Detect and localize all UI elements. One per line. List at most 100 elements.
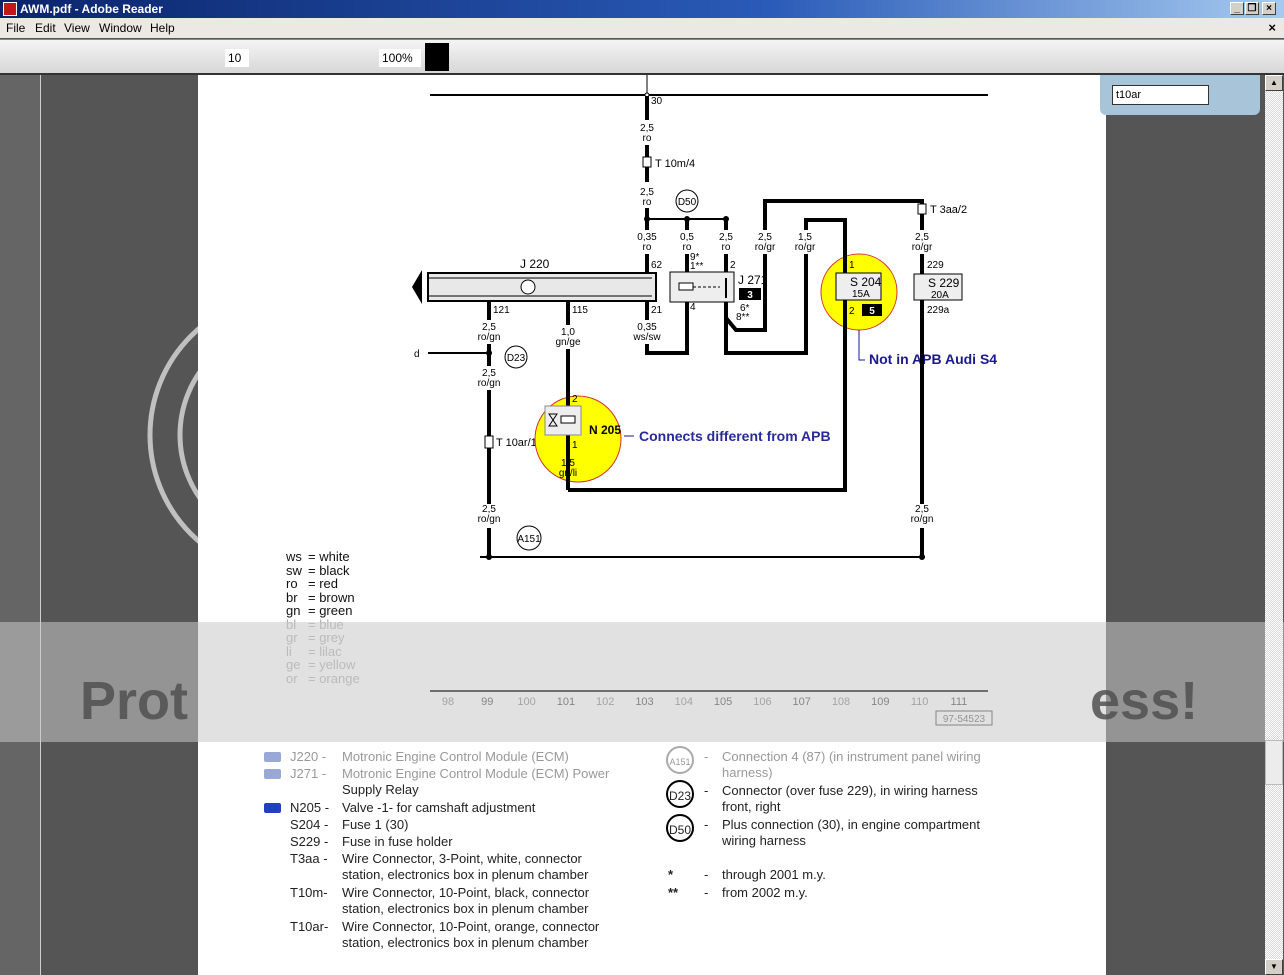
continuation-d-label: d bbox=[414, 349, 420, 360]
menu-view[interactable]: View bbox=[64, 18, 90, 38]
part-description-cont: station, electronics box in plenum chamb… bbox=[342, 901, 589, 916]
menu-help[interactable]: Help bbox=[150, 18, 175, 38]
continuation-arrow bbox=[412, 270, 422, 304]
wire-label: ro bbox=[722, 242, 731, 253]
connector-t10m-label: T 10m/4 bbox=[655, 158, 695, 170]
s204-badge-label: 5 bbox=[869, 306, 875, 317]
page-number-field[interactable]: 10 bbox=[225, 49, 249, 67]
scroll-up-button[interactable]: ▲ bbox=[1265, 75, 1283, 91]
connection-description: Plus connection (30), in engine compartm… bbox=[722, 817, 980, 832]
minimize-button[interactable]: _ bbox=[1230, 2, 1244, 15]
pin-label: 62 bbox=[651, 260, 663, 271]
part-description-cont: station, electronics box in plenum chamb… bbox=[342, 867, 589, 882]
parts-legend-item: S229 - Fuse in fuse holder bbox=[290, 834, 650, 850]
footnote-text: from 2002 m.y. bbox=[722, 885, 808, 900]
menu-edit[interactable]: Edit bbox=[35, 18, 56, 38]
connection-d23-label: D23 bbox=[507, 353, 526, 364]
ruler-label: 104 bbox=[675, 696, 693, 708]
separator: - bbox=[704, 885, 709, 900]
part-description: Wire Connector, 10-Point, black, connect… bbox=[342, 885, 590, 900]
color-legend: ws = white sw = black ro = red br = brown gn = gr… bbox=[286, 550, 360, 686]
separator: - bbox=[704, 749, 709, 764]
connection-legend-item: A151- Connection 4 (87) (in instrument pa… bbox=[666, 746, 1006, 781]
pin-label: 4 bbox=[690, 302, 696, 313]
pin-label: 2 bbox=[730, 260, 736, 271]
part-code: N205 - bbox=[290, 800, 330, 815]
restore-button[interactable]: ❐ bbox=[1245, 2, 1259, 15]
pin-label: 2 bbox=[572, 394, 578, 405]
menu-file[interactable]: File bbox=[6, 18, 25, 38]
wire-label: ro/gr bbox=[795, 242, 816, 253]
wire-label: ro bbox=[643, 197, 652, 208]
terminal-label: 30 bbox=[651, 96, 663, 107]
color-legend-row: ws = white bbox=[286, 550, 360, 564]
color-abbr: or bbox=[286, 670, 298, 686]
part-code: S229 - bbox=[290, 834, 329, 849]
vertical-scrollbar[interactable]: ▲ ▼ bbox=[1265, 75, 1283, 975]
wire-label: ro/gr bbox=[912, 242, 933, 253]
connection-legend-item: D23- Connector (over fuse 229), in wiring… bbox=[666, 780, 1006, 815]
ruler-label: 100 bbox=[517, 696, 535, 708]
doc-number: 97-54523 bbox=[943, 714, 986, 725]
pin-label: 8** bbox=[736, 312, 749, 323]
ruler-label: 108 bbox=[832, 696, 850, 708]
window-title: AWM.pdf - Adobe Reader bbox=[20, 2, 163, 16]
junction bbox=[486, 350, 492, 356]
fuse-s204-label: S 204 bbox=[850, 275, 882, 289]
scroll-thumb[interactable] bbox=[1265, 740, 1283, 785]
camera-icon[interactable] bbox=[264, 752, 281, 762]
wire-label: ro/gn bbox=[911, 514, 934, 525]
find-input[interactable] bbox=[1112, 85, 1209, 105]
wire-label: ro/gn bbox=[478, 332, 501, 343]
camera-icon[interactable] bbox=[264, 803, 281, 813]
ruler-label: 99 bbox=[481, 696, 493, 708]
relay-coil-icon bbox=[678, 282, 694, 291]
connection-a151-label: A151 bbox=[517, 534, 541, 545]
ruler-label: 101 bbox=[557, 696, 575, 708]
wire-label: ro/gn bbox=[478, 514, 501, 525]
connector-t3aa-label: T 3aa/2 bbox=[930, 204, 967, 216]
pdf-page: 30 2,5 ro T 10m/4 2,5 ro D50 0,35 ro 0,5… bbox=[198, 75, 1106, 975]
parts-legend-item: T10m- Wire Connector, 10-Point, black, co… bbox=[290, 885, 650, 917]
ruler-label: 105 bbox=[714, 696, 732, 708]
ruler-label: 110 bbox=[911, 696, 929, 708]
pin-label: 21 bbox=[651, 305, 663, 316]
camera-icon[interactable] bbox=[264, 769, 281, 779]
color-legend-row: br = brown bbox=[286, 590, 360, 604]
connection-description: Connector (over fuse 229), in wiring har… bbox=[722, 783, 978, 798]
color-legend-row: sw = black bbox=[286, 563, 360, 577]
pin-label: 229a bbox=[927, 305, 950, 316]
title-bar: AWM.pdf - Adobe Reader _ ❐ × bbox=[0, 0, 1284, 18]
part-code: T3aa - bbox=[290, 851, 328, 866]
color-abbr: gn bbox=[286, 603, 301, 618]
part-description: Fuse in fuse holder bbox=[342, 834, 453, 849]
footnote-text: through 2001 m.y. bbox=[722, 867, 826, 882]
connector-t10m-symbol bbox=[642, 156, 652, 168]
part-code: S204 - bbox=[290, 817, 329, 832]
menu-window[interactable]: Window bbox=[99, 18, 142, 38]
pin-label: 1** bbox=[690, 261, 703, 272]
zoom-field[interactable]: 100% bbox=[379, 49, 421, 67]
ruler-label: 106 bbox=[753, 696, 771, 708]
junction bbox=[486, 554, 492, 560]
connector-t10ar-symbol bbox=[484, 435, 494, 449]
color-abbr: ge bbox=[286, 657, 301, 672]
wire-label: gn/li bbox=[559, 468, 577, 479]
scroll-down-button[interactable]: ▼ bbox=[1265, 959, 1283, 975]
pin-label: 2 bbox=[849, 306, 855, 317]
part-description-cont: Supply Relay bbox=[342, 782, 419, 797]
separator: - bbox=[704, 783, 709, 798]
connection-code: A151 bbox=[666, 746, 694, 774]
watermark-text-right: ess! bbox=[1090, 671, 1199, 731]
color-legend-row: li = lilac bbox=[286, 644, 360, 658]
color-legend-row: ro = red bbox=[286, 577, 360, 591]
close-button[interactable]: × bbox=[1262, 2, 1276, 15]
junction bbox=[644, 216, 650, 222]
toolbar-black-box bbox=[425, 43, 449, 71]
part-code: J220 - bbox=[290, 749, 327, 764]
toolbar: 10 100% bbox=[0, 39, 1284, 75]
color-name: = orange bbox=[308, 670, 360, 686]
color-abbr: gr bbox=[286, 630, 298, 645]
footnote-mark: ** bbox=[668, 885, 679, 900]
close-document-icon[interactable]: × bbox=[1268, 18, 1276, 38]
